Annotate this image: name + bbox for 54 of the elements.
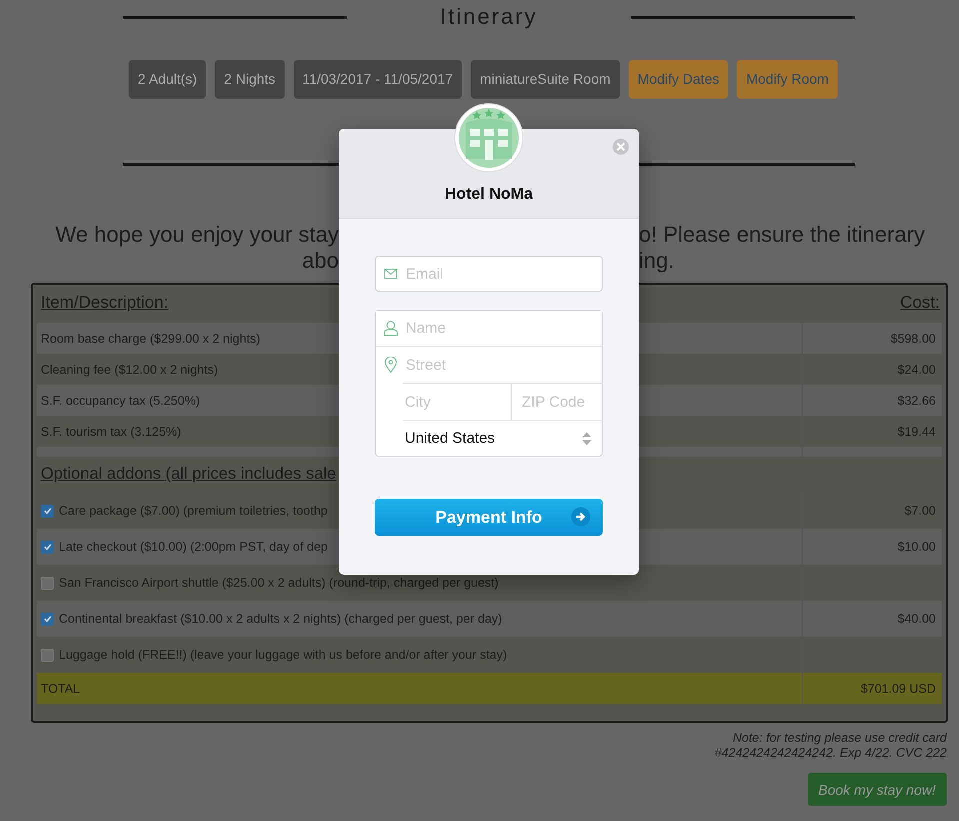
modify-button[interactable]: Modify Room — [737, 60, 838, 99]
stepper-icon — [582, 432, 592, 446]
table-cell: $701.09 USD — [860, 682, 936, 696]
street-field[interactable]: Street — [406, 347, 602, 383]
modify-button[interactable]: Modify Dates — [628, 60, 728, 99]
table-cell: $24.00 — [898, 362, 936, 376]
hotel-name: Hotel NoMa — [444, 186, 534, 204]
intro-text: ing. — [639, 248, 676, 274]
table-cell: $10.00 — [898, 540, 936, 554]
table-cell: $32.66 — [898, 394, 936, 408]
checkbox[interactable] — [41, 504, 54, 518]
check-icon — [42, 542, 52, 552]
table-cell: $19.44 — [898, 424, 936, 438]
payment-info-button[interactable]: Payment Info — [375, 499, 603, 536]
check-icon — [42, 614, 52, 624]
table-cell: S.F. tourism tax (3.125%) — [41, 424, 182, 438]
table-cell: TOTAL — [41, 682, 80, 696]
location-pin-icon — [384, 357, 398, 373]
table-cell: $40.00 — [898, 612, 936, 626]
check-icon — [42, 506, 52, 516]
checkbox[interactable] — [41, 540, 54, 554]
table-cell: $598.00 — [890, 332, 936, 346]
table-cell: S.F. occupancy tax (5.250%) — [41, 394, 200, 408]
info-chip: 2 Nights — [215, 60, 285, 99]
intro-text: abo — [301, 248, 339, 274]
table-cell: $7.00 — [904, 504, 936, 518]
book-button[interactable]: Book my stay now! — [808, 773, 947, 806]
name-field[interactable]: Name — [406, 311, 602, 346]
checkbox[interactable] — [41, 612, 54, 626]
envelope-icon — [384, 268, 398, 280]
checkbox[interactable] — [41, 648, 54, 662]
checkbox[interactable] — [41, 576, 54, 590]
country-select[interactable]: United States — [376, 421, 602, 456]
page-title: Itinerary — [439, 4, 539, 30]
info-chip: miniatureSuite Room — [471, 60, 620, 99]
section-heading: Optional addons (all prices includes sale — [41, 465, 336, 483]
table-cell: Late checkout ($10.00) (2:00pm PST, day of dep — [59, 540, 328, 554]
intro-text: We hope you enjoy your stay — [54, 222, 339, 248]
info-chip: 2 Adult(s) — [129, 60, 206, 99]
email-field[interactable]: Email — [375, 256, 603, 292]
zip-field[interactable]: ZIP Code — [522, 384, 602, 420]
column-header: Cost: — [900, 293, 940, 314]
testing-note: Note: for testing please use credit card #4242424242424242. Exp 4/22. CVC 222 — [714, 731, 947, 761]
column-header: Item/Description: — [41, 293, 169, 314]
intro-text: o! Please ensure the itinerary — [639, 222, 926, 248]
table-cell: Luggage hold (FREE!!) (leave your luggage with us before and/or after your stay) — [59, 648, 508, 662]
table-cell: Cleaning fee ($12.00 x 2 nights) — [41, 362, 218, 376]
email-input[interactable]: Email — [406, 257, 602, 291]
table-cell: Room base charge ($299.00 x 2 nights) — [41, 332, 261, 346]
table-cell: Continental breakfast ($10.00 x 2 adults x 2 nights) (charged per guest, per day) — [59, 612, 502, 626]
table-cell: Care package ($7.00) (premium toiletries, toothp — [59, 504, 328, 518]
city-field[interactable]: City — [405, 384, 511, 420]
person-icon — [384, 321, 398, 336]
info-chip: 11/03/2017 - 11/05/2017 — [294, 60, 462, 99]
